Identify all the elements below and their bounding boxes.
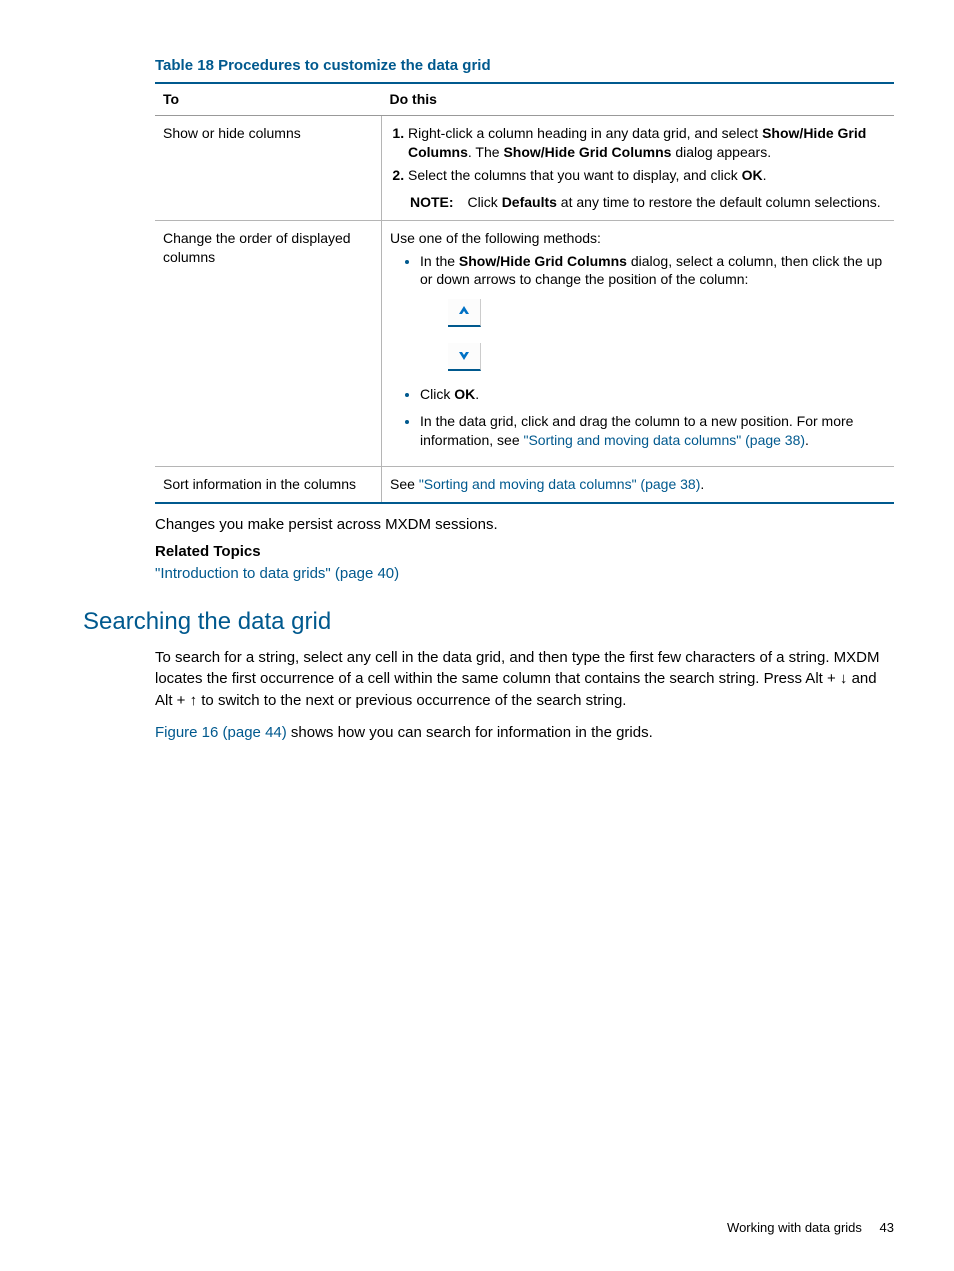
row2-dothis: Use one of the following methods: In the… [382,220,895,466]
note-label: NOTE: [410,194,454,210]
list-item: Click OK. [420,385,886,404]
list-item: In the data grid, click and drag the col… [420,412,886,450]
sorting-link[interactable]: "Sorting and moving data columns" (page … [419,476,701,492]
table-row: Sort information in the columns See "Sor… [155,467,894,503]
th-dothis: Do this [382,83,895,115]
related-link[interactable]: "Introduction to data grids" (page 40) [155,565,399,582]
row3-to: Sort information in the columns [155,467,382,503]
th-to: To [155,83,382,115]
row2-to: Change the order of displayed columns [155,220,382,466]
page-footer: Working with data grids 43 [727,1219,894,1237]
table-title: Table 18 Procedures to customize the dat… [155,56,894,76]
table-row: Change the order of displayed columns Us… [155,220,894,466]
row1-dothis: Right-click a column heading in any data… [382,116,895,221]
section-p1: To search for a string, select any cell … [155,647,894,712]
procedures-table: To Do this Show or hide columns Right-cl… [155,82,894,504]
list-item: Right-click a column heading in any data… [408,124,886,162]
persist-text: Changes you make persist across MXDM ses… [155,514,894,536]
row1-to: Show or hide columns [155,116,382,221]
list-item: Select the columns that you want to disp… [408,166,886,185]
arrow-up-icon [448,299,481,327]
list-item: In the Show/Hide Grid Columns dialog, se… [420,252,886,378]
figure-link[interactable]: Figure 16 (page 44) [155,724,287,741]
arrow-down-icon [448,343,481,371]
row3-dothis: See "Sorting and moving data columns" (p… [382,467,895,503]
footer-label: Working with data grids [727,1220,862,1235]
related-heading: Related Topics [155,542,894,562]
note: NOTE: Click Defaults at any time to rest… [390,193,886,212]
page-number: 43 [880,1220,894,1235]
section-heading: Searching the data grid [83,606,894,638]
section-p2: Figure 16 (page 44) shows how you can se… [155,722,894,744]
sorting-link[interactable]: "Sorting and moving data columns" (page … [524,432,806,448]
table-row: Show or hide columns Right-click a colum… [155,116,894,221]
